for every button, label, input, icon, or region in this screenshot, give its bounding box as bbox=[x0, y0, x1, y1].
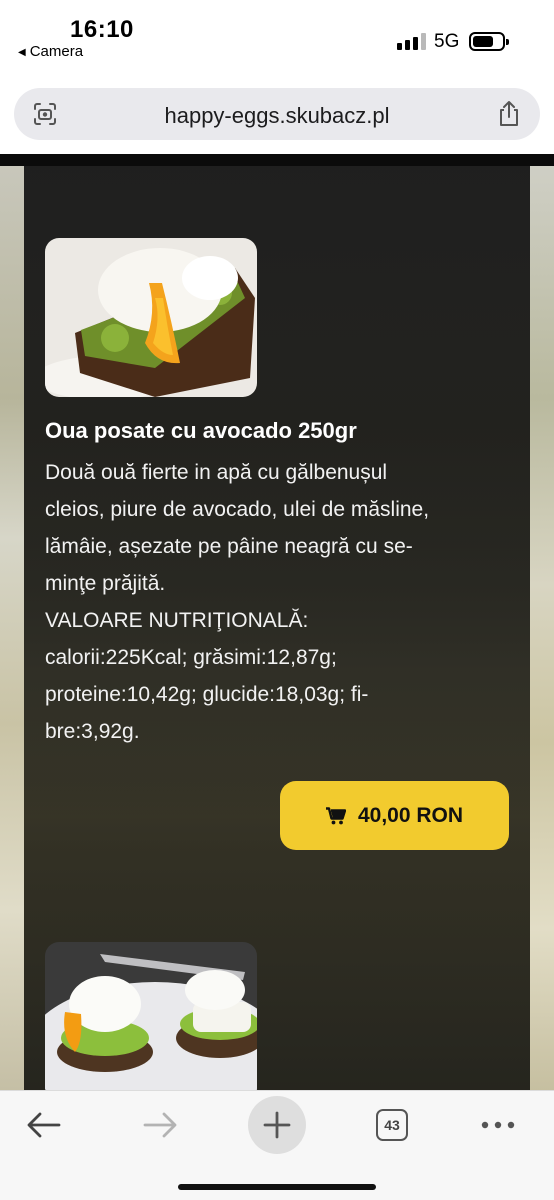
price-label: 40,00 RON bbox=[357, 803, 464, 827]
tab-count: 43 bbox=[376, 1109, 408, 1141]
arrow-left-icon bbox=[27, 1112, 61, 1138]
background-photo-left bbox=[0, 166, 24, 1090]
add-to-cart-button[interactable]: 40,00 RON bbox=[280, 781, 509, 850]
background-photo-right bbox=[530, 166, 554, 1090]
address-bar[interactable]: happy-eggs.skubacz.pl bbox=[14, 88, 540, 140]
back-to-app-link[interactable]: ◀ Camera bbox=[18, 43, 83, 60]
status-time: 16:10 bbox=[70, 16, 134, 43]
url-text[interactable]: happy-eggs.skubacz.pl bbox=[14, 103, 540, 129]
more-menu-button[interactable] bbox=[470, 1103, 526, 1147]
battery-icon bbox=[469, 32, 509, 51]
back-triangle-icon: ◀ bbox=[18, 47, 26, 58]
back-app-label: Camera bbox=[29, 43, 84, 60]
cellular-signal-icon bbox=[397, 32, 427, 50]
description-line: Două ouă fierte in apă cu gălbenușul bbox=[45, 461, 388, 484]
description-line: proteine:10,42g; glucide:18,03g; fi- bbox=[45, 683, 369, 706]
product-title: Oua posate cu avocado 250gr bbox=[45, 418, 357, 443]
arrow-right-icon bbox=[143, 1112, 177, 1138]
description-line: minţe prăjită. bbox=[45, 572, 166, 595]
browser-address-area: happy-eggs.skubacz.pl bbox=[0, 80, 554, 154]
browser-toolbar: 43 bbox=[0, 1090, 554, 1200]
page-top-bar bbox=[0, 154, 554, 166]
back-button[interactable] bbox=[16, 1103, 72, 1147]
nutrition-heading: VALOARE NUTRIŢIONALĂ: bbox=[45, 609, 309, 632]
cart-icon bbox=[325, 806, 346, 824]
description-line: bre:3,92g. bbox=[45, 720, 140, 743]
ellipsis-icon bbox=[481, 1121, 515, 1129]
plus-icon bbox=[263, 1111, 291, 1139]
product-image[interactable] bbox=[45, 942, 257, 1090]
new-tab-button[interactable] bbox=[248, 1096, 306, 1154]
network-type: 5G bbox=[434, 31, 460, 52]
description-line: lămâie, așezate pe pâine neagră cu se- bbox=[45, 535, 413, 558]
tabs-button[interactable]: 43 bbox=[364, 1103, 420, 1147]
home-indicator bbox=[178, 1184, 376, 1190]
web-page: Oua posate cu avocado 250gr Două ouă fie… bbox=[0, 154, 554, 1090]
forward-button[interactable] bbox=[132, 1103, 188, 1147]
description-line: cleios, piure de avocado, ulei de măslin… bbox=[45, 498, 430, 521]
food-photo-icon bbox=[45, 238, 257, 397]
product-description: Două ouă fierte in apă cu gălbenușul cle… bbox=[45, 454, 515, 750]
product-image[interactable] bbox=[45, 238, 257, 397]
description-line: calorii:225Kcal; grăsimi:12,87g; bbox=[45, 646, 337, 669]
share-icon[interactable] bbox=[496, 100, 522, 128]
status-bar: 16:10 ◀ Camera 5G bbox=[0, 0, 554, 80]
food-photo-icon bbox=[45, 942, 257, 1090]
